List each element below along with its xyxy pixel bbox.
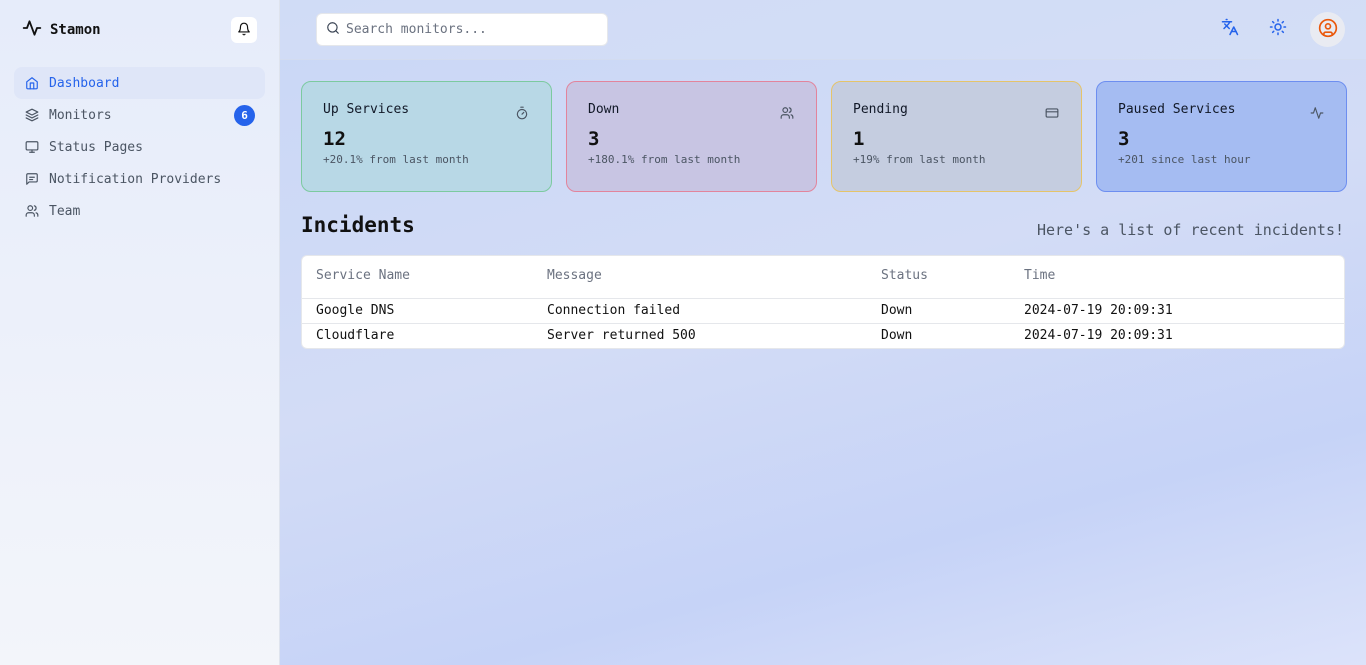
bell-icon — [237, 21, 251, 40]
card-value: 3 — [588, 128, 600, 150]
column-header-service-name[interactable]: Service Name — [316, 256, 410, 296]
search-icon — [326, 20, 340, 39]
sidebar-item-dashboard[interactable]: Dashboard — [14, 67, 265, 99]
sidebar-item-label: Monitors — [49, 107, 112, 123]
stat-card-down: Down 3 +180.1% from last month — [566, 81, 817, 192]
card-title: Up Services — [323, 102, 410, 117]
brand[interactable]: Stamon — [22, 18, 101, 42]
table-header-row: Service Name Message Status Time — [302, 256, 1344, 298]
table-row[interactable]: Cloudflare Server returned 500 Down 2024… — [302, 323, 1344, 348]
stat-card-up-services: Up Services 12 +20.1% from last month — [301, 81, 552, 192]
cell-time: 2024-07-19 20:09:31 — [1024, 328, 1173, 343]
cell-message: Server returned 500 — [547, 328, 696, 343]
card-value: 1 — [853, 128, 865, 150]
sun-icon — [1269, 18, 1287, 40]
card-title: Pending — [853, 102, 908, 117]
sidebar-item-label: Status Pages — [49, 139, 143, 155]
users-icon — [25, 204, 39, 218]
card-subtext: +19% from last month — [853, 153, 986, 166]
sidebar: Stamon Dashboard Monitors 6 Status Pages — [0, 0, 280, 665]
activity-icon — [1310, 105, 1324, 119]
app-name: Stamon — [50, 22, 101, 38]
sidebar-item-status-pages[interactable]: Status Pages — [14, 131, 265, 163]
card-subtext: +20.1% from last month — [323, 153, 469, 166]
sidebar-item-label: Dashboard — [49, 75, 120, 91]
cell-message: Connection failed — [547, 303, 681, 318]
main-content: Up Services 12 +20.1% from last month Do… — [280, 0, 1366, 665]
sidebar-item-team[interactable]: Team — [14, 195, 265, 227]
search-box[interactable] — [316, 13, 608, 46]
card-value: 12 — [323, 128, 346, 150]
cell-status: Down — [881, 303, 913, 318]
table-row[interactable]: Google DNS Connection failed Down 2024-0… — [302, 298, 1344, 323]
language-button[interactable] — [1219, 18, 1241, 40]
timer-icon — [515, 105, 529, 120]
card-value: 3 — [1118, 128, 1130, 150]
users-icon — [780, 105, 794, 119]
activity-logo-icon — [22, 18, 42, 42]
sidebar-item-label: Notification Providers — [49, 171, 222, 187]
home-icon — [25, 76, 39, 90]
cell-service-name: Cloudflare — [316, 328, 395, 343]
stat-card-pending: Pending 1 +19% from last month — [831, 81, 1082, 192]
card-subtext: +201 since last hour — [1118, 153, 1251, 166]
notifications-button[interactable] — [231, 17, 257, 43]
stats-cards: Up Services 12 +20.1% from last month Do… — [301, 81, 1347, 192]
sidebar-item-notification-providers[interactable]: Notification Providers — [14, 163, 265, 195]
user-menu-button[interactable] — [1310, 12, 1345, 47]
theme-toggle-button[interactable] — [1267, 18, 1289, 40]
column-header-message[interactable]: Message — [547, 256, 602, 296]
incidents-subtitle: Here's a list of recent incidents! — [1036, 221, 1344, 239]
search-input[interactable] — [346, 22, 586, 37]
monitors-count-badge: 6 — [234, 105, 255, 126]
cell-service-name: Google DNS — [316, 303, 395, 318]
credit-card-icon — [1045, 105, 1059, 119]
column-header-status[interactable]: Status — [881, 256, 928, 296]
card-title: Down — [588, 102, 620, 117]
card-title: Paused Services — [1118, 102, 1236, 117]
cell-time: 2024-07-19 20:09:31 — [1024, 303, 1173, 318]
stat-card-paused-services: Paused Services 3 +201 since last hour — [1096, 81, 1347, 192]
sidebar-item-monitors[interactable]: Monitors 6 — [14, 99, 265, 131]
message-icon — [25, 172, 39, 186]
sidebar-item-label: Team — [49, 203, 81, 219]
topbar — [280, 0, 1366, 60]
sidebar-nav: Dashboard Monitors 6 Status Pages Notifi… — [14, 67, 265, 227]
incidents-table: Service Name Message Status Time Google … — [301, 255, 1345, 349]
user-avatar-icon — [1318, 18, 1338, 42]
card-subtext: +180.1% from last month — [588, 153, 741, 166]
translate-icon — [1221, 18, 1239, 40]
cell-status: Down — [881, 328, 913, 343]
column-header-time[interactable]: Time — [1024, 256, 1055, 296]
monitor-icon — [25, 140, 39, 154]
layers-icon — [25, 108, 39, 122]
incidents-title: Incidents — [301, 213, 415, 237]
